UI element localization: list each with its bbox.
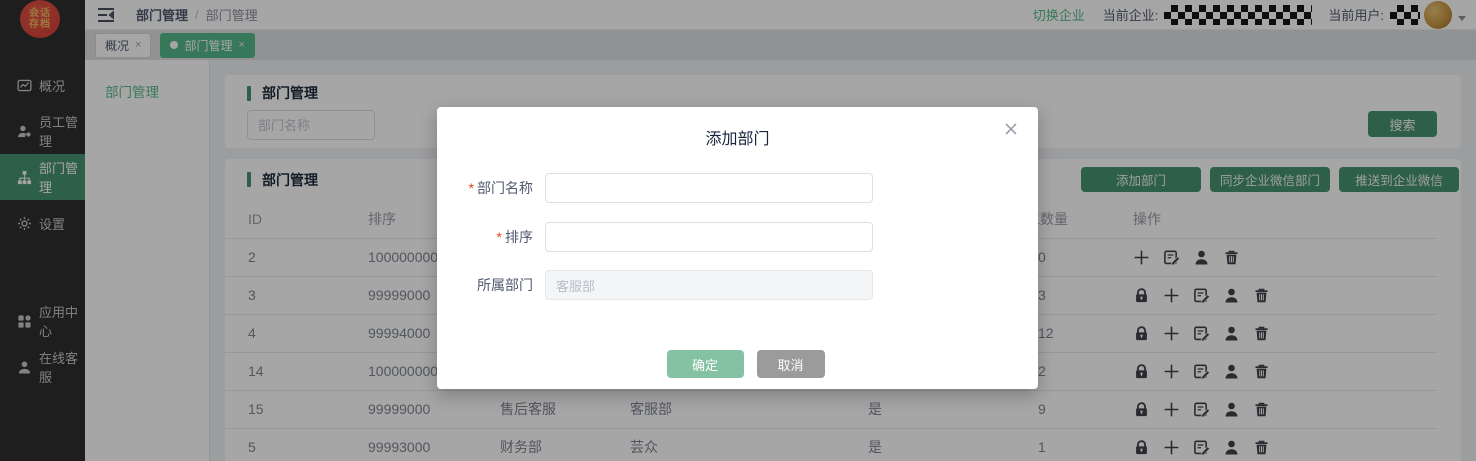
required-asterisk: *	[497, 229, 502, 245]
parent-department-input	[545, 270, 873, 300]
field-label: *排序	[437, 227, 533, 247]
field-label: 所属部门	[437, 275, 533, 295]
required-asterisk: *	[469, 180, 474, 196]
form-row: *排序	[437, 222, 1038, 252]
modal-form: *部门名称 *排序所属部门	[437, 173, 1038, 300]
modal-title: 添加部门	[437, 125, 1038, 147]
field-label: *部门名称	[437, 178, 533, 198]
confirm-button[interactable]: 确定	[667, 350, 744, 378]
cancel-button[interactable]: 取消	[757, 350, 825, 378]
modal-footer: 确定 取消	[445, 350, 1046, 378]
form-row: 所属部门	[437, 270, 1038, 300]
close-icon[interactable]	[1004, 122, 1018, 136]
add-department-modal: 添加部门 *部门名称 *排序所属部门 确定 取消	[437, 107, 1038, 389]
department-management-page: 会话 存档 概况员工管理部门管理设置应用中心在线客服 部门管理 / 部门管理 切…	[0, 0, 1476, 461]
form-row: *部门名称	[437, 173, 1038, 203]
sort-input[interactable]	[545, 222, 873, 252]
department-name-input[interactable]	[545, 173, 873, 203]
